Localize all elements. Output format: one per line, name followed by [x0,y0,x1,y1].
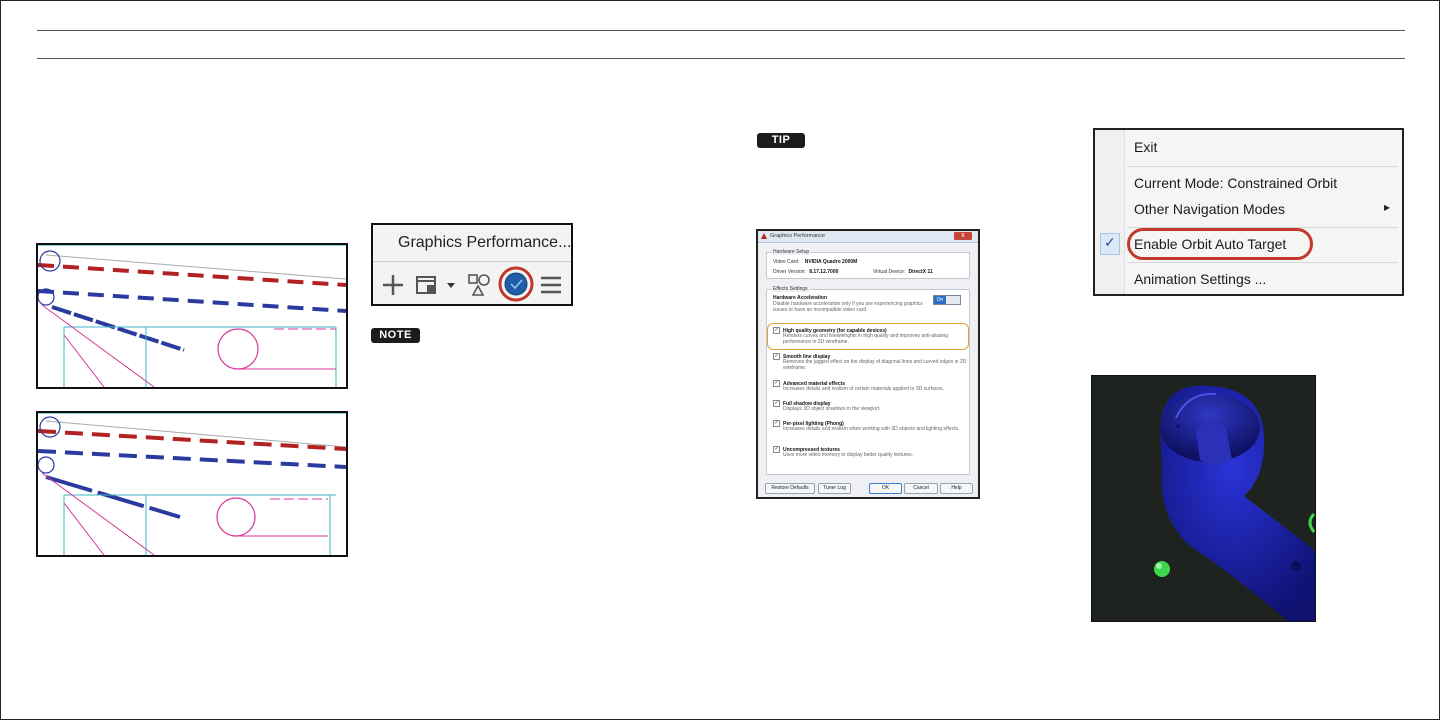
driver-version-row: Driver Version: 8.17.12.7000 [773,269,838,275]
dropdown-arrow-icon[interactable] [445,271,457,299]
top-rule [37,30,1405,31]
advanced-material-checkbox[interactable]: ✓ [773,380,780,387]
menu-icon[interactable] [539,271,563,299]
driver-version-label: Driver Version: [773,269,806,275]
help-button[interactable]: Help [940,483,973,494]
hardware-acceleration-toggle[interactable]: On [933,295,961,305]
menu-item-current-mode[interactable]: Current Mode: Constrained Orbit [1134,175,1337,191]
graphics-performance-menu-item[interactable]: Graphics Performance... [398,234,571,252]
high-quality-geometry-checkbox[interactable]: ✓ [773,327,780,334]
hardware-setup-group: Hardware Setup Video Card: NVIDIA Quadro… [766,249,970,279]
video-card-label: Video Card: [773,259,800,265]
video-card-value: NVIDIA Quadro 2000M [804,259,858,265]
orbit-context-menu: Exit Current Mode: Constrained Orbit Oth… [1093,128,1404,296]
option-desc: Uses more video memory to display better… [783,452,914,458]
cad-circle [39,250,61,272]
per-pixel-lighting-checkbox[interactable]: ✓ [773,420,780,427]
hardware-setup-title: Hardware Setup [771,249,812,255]
submenu-arrow-icon: ▸ [1384,200,1391,214]
cancel-button[interactable]: Cancel [904,483,938,494]
hardware-acceleration-icon[interactable] [497,265,535,303]
viewport-lock-icon[interactable] [415,271,441,299]
menu-item-exit[interactable]: Exit [1134,139,1157,155]
restore-defaults-button[interactable]: Restore Defaults [765,483,815,494]
cad-linework-after-image [36,411,348,557]
video-card-row: Video Card: NVIDIA Quadro 2000M [773,259,857,265]
toolbar-separator [373,261,571,262]
option-desc: Removes the jagged effect on the display… [783,359,967,371]
cad-linework-before-drawing [38,245,346,387]
virtual-device-row: Virtual Device: DirectX 11 [873,269,933,275]
menu-separator [1127,166,1398,167]
orbit-3d-viewport[interactable] [1091,375,1316,622]
orbit-indicator-arc [1308,512,1315,533]
cad-blue-short-line [51,305,185,352]
3d-model-render [1154,385,1315,621]
dialog-titlebar: Graphics Performance x [758,231,978,243]
full-shadow-checkbox[interactable]: ✓ [773,400,780,407]
tip-label: TIP [757,133,805,148]
cad-blue-dashed-line [38,289,346,313]
tuner-log-button[interactable]: Tuner Log [818,483,851,494]
cad-linework-after-drawing [38,413,346,555]
isolate-objects-icon[interactable] [467,271,491,299]
uncompressed-textures-checkbox[interactable]: ✓ [773,446,780,453]
note-label: NOTE [371,328,420,343]
virtual-device-value: DirectX 11 [908,269,933,275]
menu-item-other-navigation-modes[interactable]: Other Navigation Modes [1134,201,1285,217]
autocad-logo-icon [761,233,767,239]
option-desc: Renders curves and linewiehghts in high … [783,333,949,345]
option-desc: Displays 3D object shadows in the viewpo… [783,406,881,412]
dialog-title: Graphics Performance [770,233,826,239]
hardware-acceleration-desc: Disable hardware acceleration only if yo… [773,301,923,313]
driver-version-value: 8.17.12.7000 [809,269,839,275]
check-mark-icon: ✓ [1104,234,1116,250]
menu-separator [1127,262,1398,263]
toggle-on-label: On [934,296,946,304]
cad-linework-before-image [36,243,348,389]
plus-icon[interactable] [381,271,405,299]
graphics-performance-toolbar: Graphics Performance... [371,223,573,306]
graphics-performance-dialog: Graphics Performance x Hardware Setup Vi… [756,229,980,499]
effects-settings-title: Effects Settings [771,286,810,292]
orbit-target-sphere [1154,561,1170,577]
menu-item-animation-settings[interactable]: Animation Settings ... [1134,271,1266,287]
option-desc: Increases details and realism of certain… [783,386,944,392]
smooth-line-checkbox[interactable]: ✓ [773,353,780,360]
virtual-device-label: Virtual Device: [873,269,906,275]
menu-icon-gutter [1095,130,1125,294]
option-desc: Increases details and realism when worki… [783,426,960,432]
menu-item-enable-orbit-auto-target[interactable]: Enable Orbit Auto Target [1134,236,1286,252]
ok-button[interactable]: OK [869,483,902,494]
close-button[interactable]: x [954,232,972,240]
header-rule [37,58,1405,59]
effects-settings-group: Effects Settings Hardware Acceleration D… [766,286,970,475]
